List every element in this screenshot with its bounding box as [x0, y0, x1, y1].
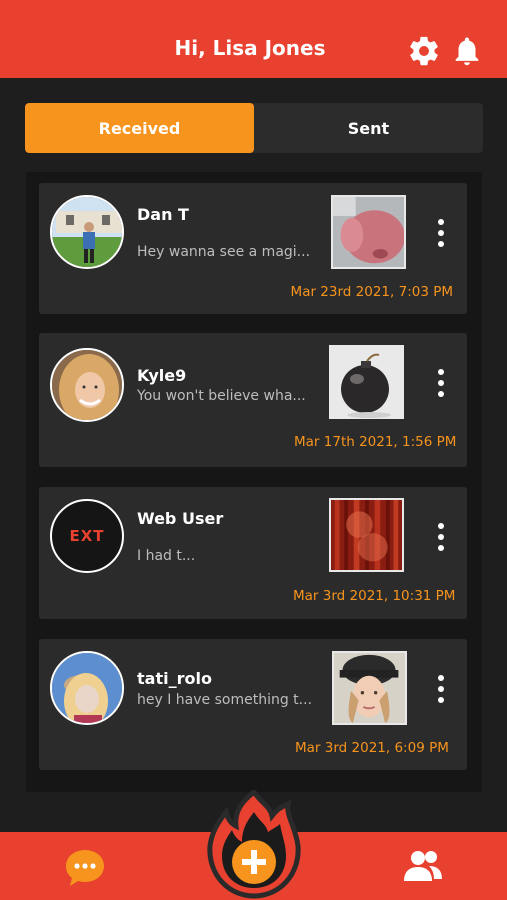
users-icon[interactable]	[402, 848, 444, 884]
sender-name: tati_rolo	[137, 669, 212, 688]
message-preview: hey I have something t...	[137, 692, 313, 708]
avatar-text: EXT	[69, 527, 105, 545]
app-screen: Hi, Lisa Jones Received Sent Dan T Hey w…	[0, 0, 507, 900]
tab-bar: Received Sent	[25, 103, 483, 153]
message-preview: Hey wanna see a magi...	[137, 244, 311, 260]
message-date: Mar 3rd 2021, 6:09 PM	[295, 740, 449, 756]
header-bar: Hi, Lisa Jones	[0, 0, 507, 78]
chat-bubble-icon[interactable]	[64, 847, 106, 889]
more-options-icon[interactable]	[431, 219, 451, 255]
tab-sent[interactable]: Sent	[254, 103, 483, 153]
sender-name: Kyle9	[137, 366, 187, 385]
tab-received[interactable]: Received	[25, 103, 254, 153]
message-thumbnail[interactable]	[332, 651, 407, 725]
avatar	[50, 195, 124, 269]
more-options-icon[interactable]	[431, 369, 451, 405]
message-preview: You won't believe wha...	[137, 388, 306, 404]
message-thumbnail[interactable]	[331, 195, 406, 269]
avatar	[50, 651, 124, 725]
avatar	[50, 348, 124, 422]
message-date: Mar 17th 2021, 1:56 PM	[294, 434, 457, 450]
message-date: Mar 3rd 2021, 10:31 PM	[293, 588, 456, 604]
add-flame-button-icon[interactable]	[204, 788, 304, 900]
sender-name: Dan T	[137, 205, 189, 224]
more-options-icon[interactable]	[431, 675, 451, 711]
message-list: Dan T Hey wanna see a magi... Mar 23rd 2…	[26, 172, 482, 792]
message-thumbnail[interactable]	[329, 498, 404, 572]
sender-name: Web User	[137, 509, 224, 528]
message-card[interactable]: EXT Web User I had t... Mar 3rd 2021, 10…	[39, 487, 467, 619]
message-card[interactable]: tati_rolo hey I have something t... Mar …	[39, 639, 467, 770]
message-preview: I had t...	[137, 548, 196, 564]
message-card[interactable]: Kyle9 You won't believe wha... Mar 17th …	[39, 333, 467, 467]
message-card[interactable]: Dan T Hey wanna see a magi... Mar 23rd 2…	[39, 183, 467, 314]
more-options-icon[interactable]	[431, 523, 451, 559]
message-date: Mar 23rd 2021, 7:03 PM	[290, 284, 453, 300]
avatar: EXT	[50, 499, 124, 573]
gear-icon[interactable]	[407, 34, 441, 68]
bell-icon[interactable]	[450, 34, 484, 68]
message-thumbnail[interactable]	[329, 345, 404, 419]
